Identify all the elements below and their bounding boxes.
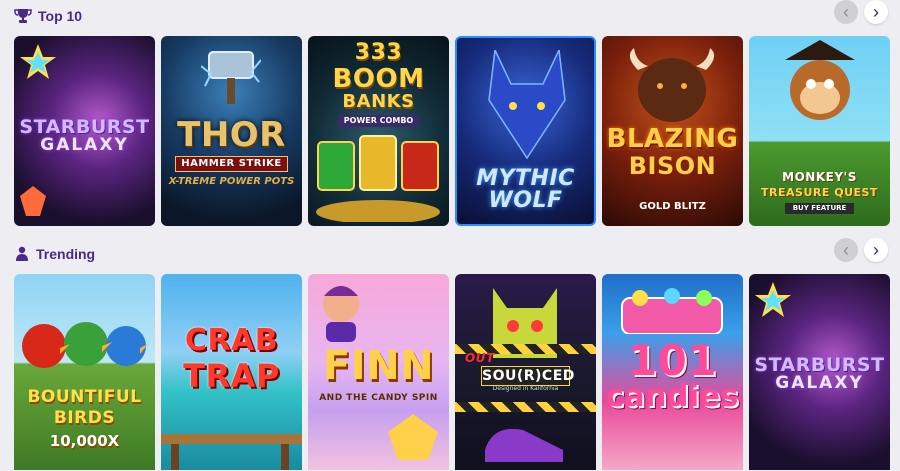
game-tile-mythic-wolf[interactable]: MYTHIC WOLF xyxy=(455,36,596,226)
game-tile-monkeys-treasure-quest[interactable]: MONKEY'S TREASURE QUEST BUY FEATURE xyxy=(749,36,890,226)
trending-tiles: BOUNTIFUL BIRDS 10,000X CRAB TRAP FINN A… xyxy=(14,274,890,470)
top10-title: Top 10 xyxy=(38,8,83,24)
tile-number: 333 xyxy=(354,40,403,65)
tile-title: THOR xyxy=(177,115,286,155)
tile-subtitle: BISON xyxy=(628,152,717,180)
game-tile-blazing-bison[interactable]: BLAZING BISON GOLD BLITZ xyxy=(602,36,743,226)
tile-subtitle: TRAP xyxy=(183,357,280,395)
slot-reels-icon xyxy=(316,135,440,222)
tile-title: BOOM xyxy=(332,64,425,94)
game-tile-thor[interactable]: THOR HAMMER STRIKE X-TREME POWER POTS xyxy=(161,36,302,226)
tile-title: MYTHIC WOLF xyxy=(476,166,575,213)
trending-title: Trending xyxy=(36,246,96,262)
top10-header: Top 10 ‹ › xyxy=(0,0,900,36)
star-gem-icon xyxy=(20,44,56,79)
game-tile-starburst-galaxy[interactable]: STARBURST GALAXY xyxy=(749,274,890,470)
monkey-icon xyxy=(785,40,855,120)
bison-icon xyxy=(629,48,715,122)
game-tile-boom-banks[interactable]: 333 BOOM BANKS POWER COMBO xyxy=(308,36,449,226)
tile-tag: BUY FEATURE xyxy=(785,203,854,214)
tile-subtitle: candies xyxy=(606,379,739,414)
person-icon xyxy=(14,246,30,262)
tile-subtitle: GALAXY xyxy=(40,135,129,155)
tile-title: CRAB xyxy=(184,323,279,358)
tile-title: BOUNTIFUL xyxy=(27,387,142,407)
tile-tag: POWER COMBO xyxy=(338,115,419,127)
top10-nav: ‹ › xyxy=(834,0,888,24)
top10-section: Top 10 ‹ › STARBURST GALAXY THOR HAMMER … xyxy=(0,0,900,226)
game-tile-outsourced[interactable]: OUT SOU(R)CED Designed in Kalifornia xyxy=(455,274,596,470)
birds-icon xyxy=(22,322,148,368)
tile-subtitle: BIRDS xyxy=(53,408,116,428)
wolf-icon xyxy=(488,50,566,160)
game-tile-crab-trap[interactable]: CRAB TRAP xyxy=(161,274,302,470)
trending-nav: ‹ › xyxy=(834,238,888,262)
top10-prev-button[interactable]: ‹ xyxy=(834,0,858,24)
tile-subtitle: HAMMER STRIKE xyxy=(175,156,288,172)
tile-subtitle: BANKS xyxy=(342,91,415,112)
top10-tiles: STARBURST GALAXY THOR HAMMER STRIKE X-TR… xyxy=(14,36,890,226)
trophy-icon xyxy=(14,8,32,24)
caution-stripe xyxy=(455,402,596,412)
trending-heading: Trending xyxy=(14,246,95,262)
tile-tag: GOLD BLITZ xyxy=(639,201,706,212)
game-tile-bountiful-birds[interactable]: BOUNTIFUL BIRDS 10,000X xyxy=(14,274,155,470)
candy-jar-icon xyxy=(621,288,723,334)
trending-header: Trending ‹ › xyxy=(0,238,900,274)
character-icon xyxy=(323,286,359,342)
sneaker-icon xyxy=(485,428,563,462)
tile-subtitle: TREASURE QUEST xyxy=(761,186,878,199)
tile-subtitle: AND THE CANDY SPIN xyxy=(319,393,438,403)
tile-title: MONKEY'S xyxy=(782,170,857,184)
dock-icon xyxy=(161,434,302,470)
game-tile-finn-candy-spin[interactable]: FINN AND THE CANDY SPIN xyxy=(308,274,449,470)
tile-tag: Designed in Kalifornia xyxy=(492,385,559,392)
tile-subtitle: SOU(R)CED xyxy=(481,366,575,386)
gem-icon xyxy=(20,186,46,216)
tile-subtitle: GALAXY xyxy=(775,373,864,393)
tile-title: FINN xyxy=(322,343,435,389)
tile-tag: X-TREME POWER POTS xyxy=(168,176,295,187)
tile-title: BLAZING xyxy=(606,124,739,154)
tile-title: 101 xyxy=(627,336,718,385)
top10-heading: Top 10 xyxy=(14,8,82,24)
trending-section: Trending ‹ › BOUNTIFUL BIRDS 10,000X CRA… xyxy=(0,238,900,470)
hammer-icon xyxy=(201,51,261,104)
candy-icon xyxy=(388,414,438,460)
trending-next-button[interactable]: › xyxy=(864,238,888,262)
game-tile-101-candies[interactable]: 101 candies xyxy=(602,274,743,470)
trending-prev-button[interactable]: ‹ xyxy=(834,238,858,262)
tile-title: OUT xyxy=(465,351,495,365)
star-gem-icon xyxy=(755,282,791,317)
top10-next-button[interactable]: › xyxy=(864,0,888,24)
tile-tag: 10,000X xyxy=(49,432,120,450)
game-tile-starburst-galaxy[interactable]: STARBURST GALAXY xyxy=(14,36,155,226)
